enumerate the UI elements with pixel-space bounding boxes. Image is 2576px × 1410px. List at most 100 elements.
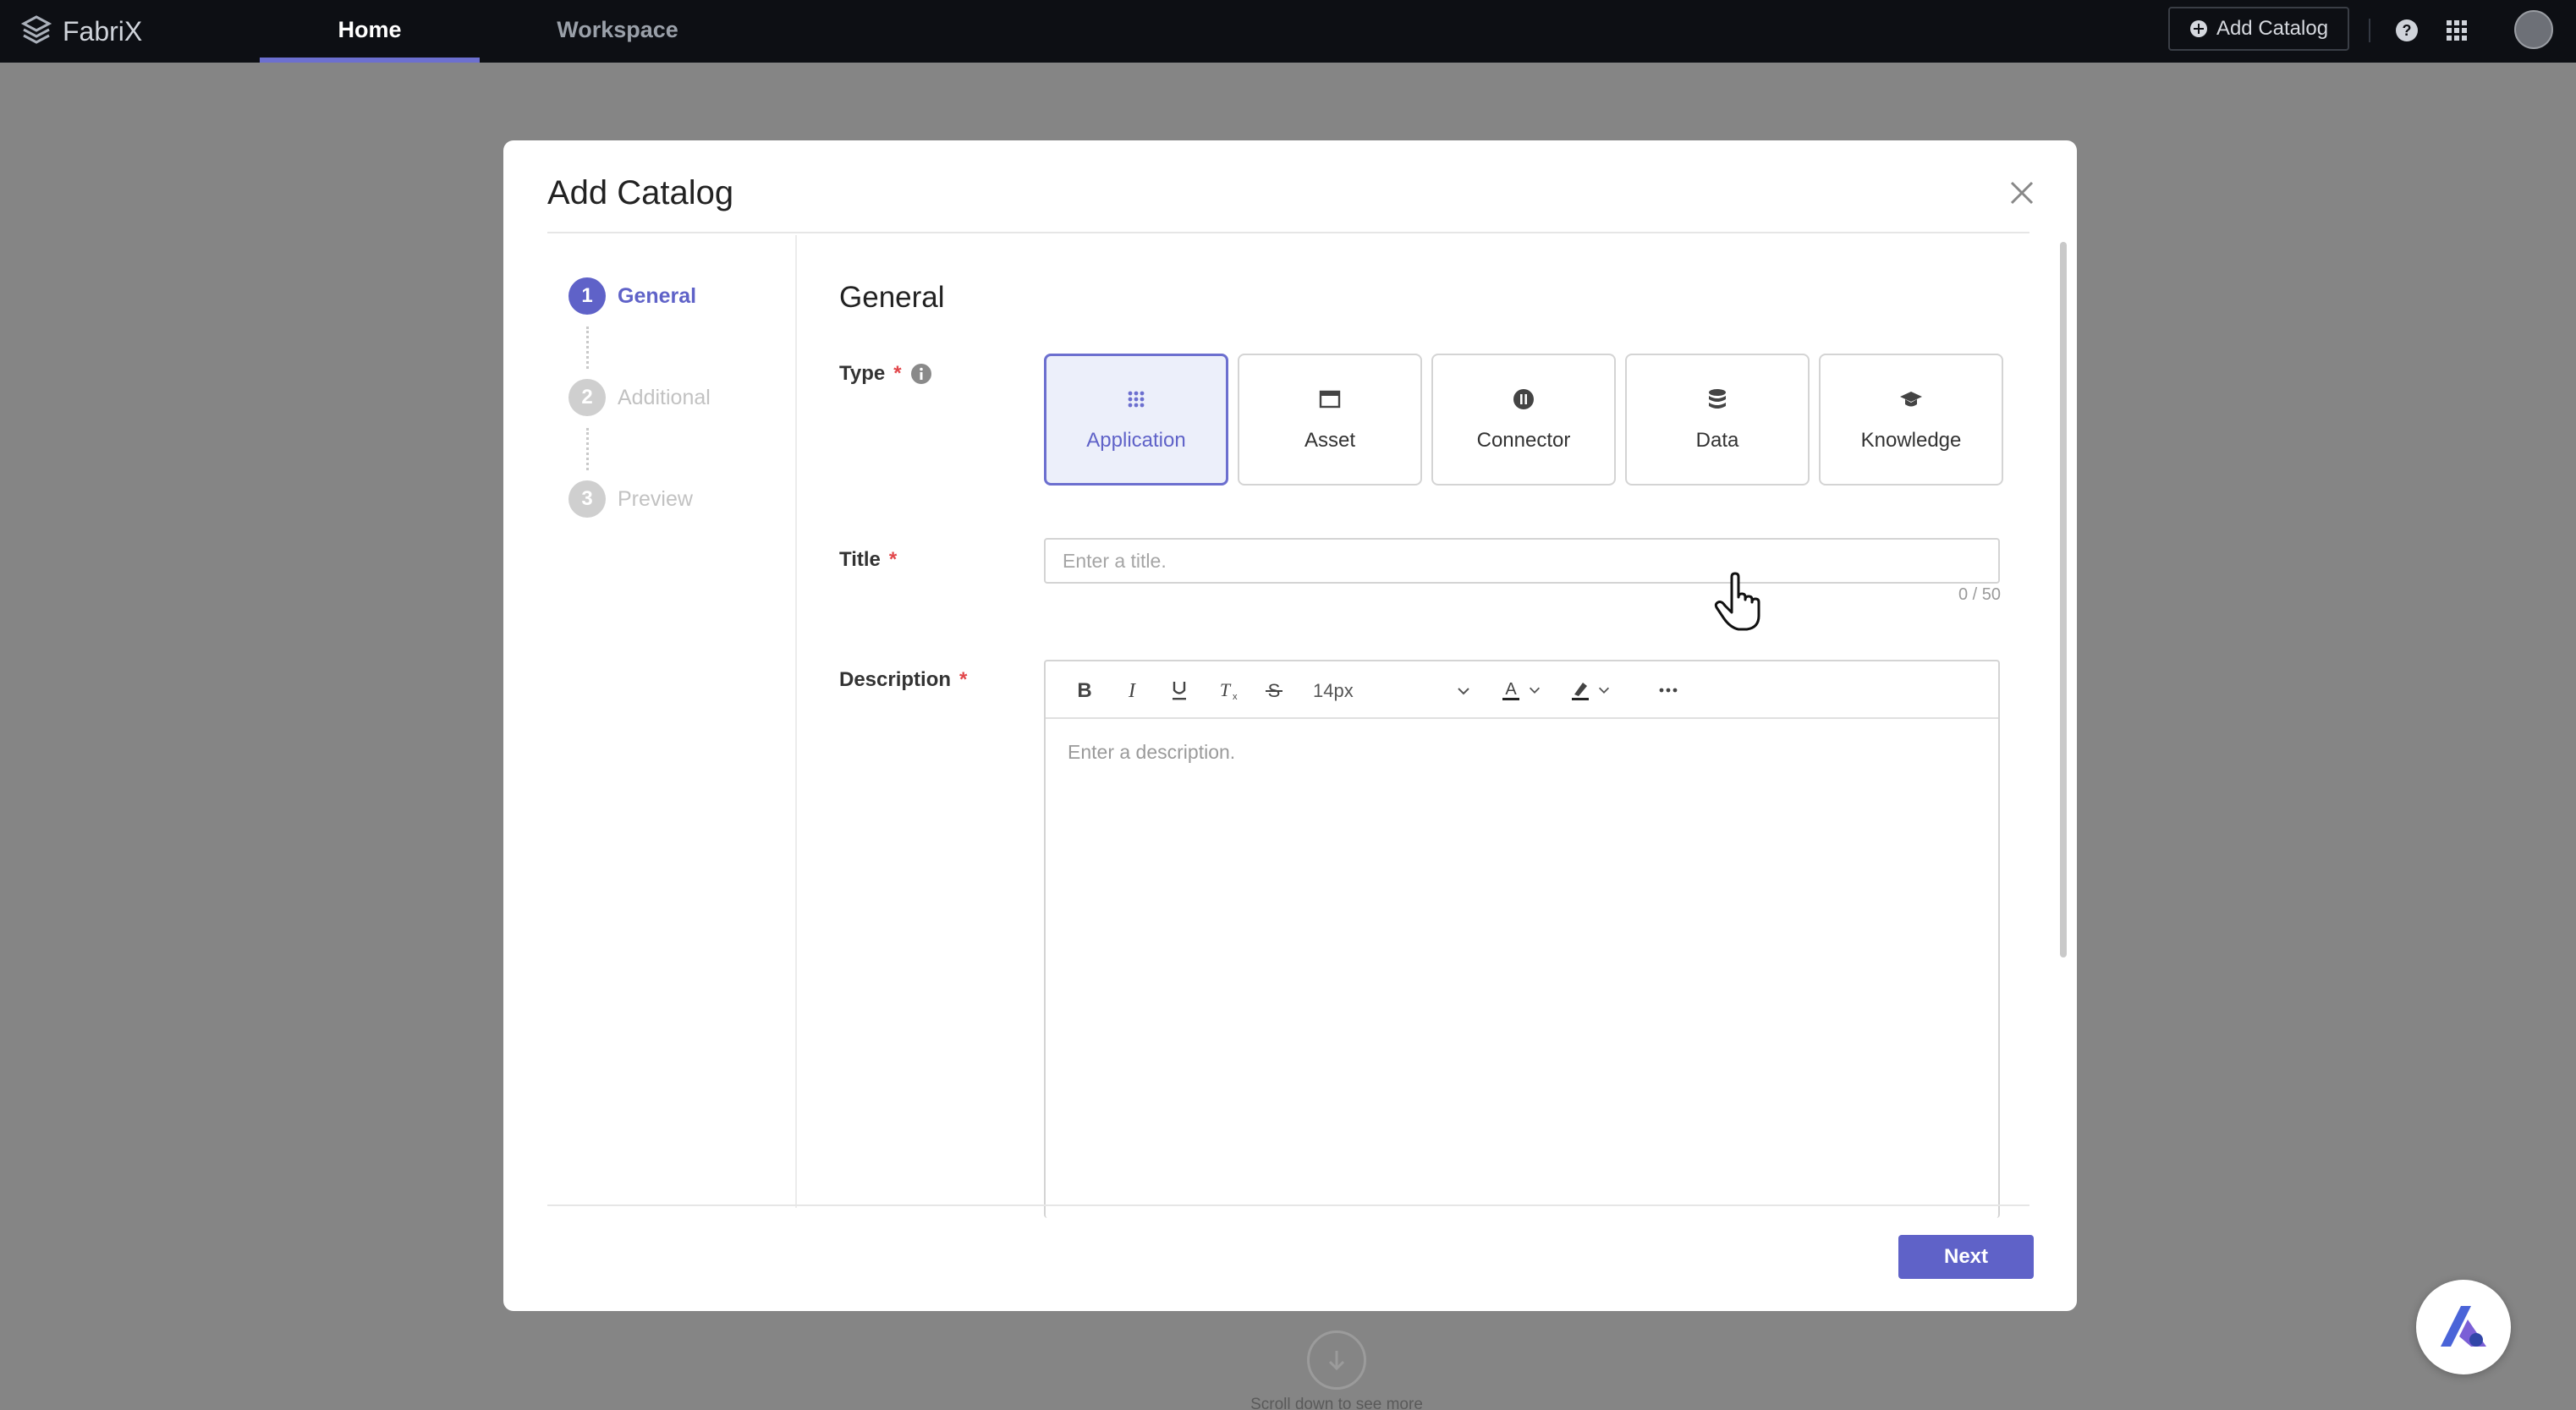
user-avatar[interactable] xyxy=(2514,10,2553,49)
type-option-data[interactable]: Data xyxy=(1625,354,1810,486)
required-asterisk: * xyxy=(888,548,898,571)
info-icon[interactable] xyxy=(910,363,932,385)
close-icon[interactable] xyxy=(2005,176,2039,210)
scroll-down-button[interactable] xyxy=(1307,1330,1366,1390)
strikethrough-button[interactable]: S xyxy=(1257,673,1291,707)
svg-text:I: I xyxy=(1128,680,1136,702)
step-number: 2 xyxy=(568,379,606,416)
font-size-value: 14px xyxy=(1313,680,1354,701)
type-option-label: Data xyxy=(1695,429,1739,452)
bold-icon: B xyxy=(1077,679,1091,702)
more-options-button[interactable] xyxy=(1651,673,1685,707)
title-char-counter: 0 / 50 xyxy=(1958,585,2001,604)
grid-icon xyxy=(1128,391,1145,408)
clear-format-button[interactable]: Tx xyxy=(1210,673,1244,707)
database-icon xyxy=(1709,389,1726,409)
type-label-text: Type xyxy=(839,362,886,385)
assistant-fab[interactable] xyxy=(2416,1280,2511,1374)
step-connector xyxy=(586,326,589,369)
step-additional[interactable]: 2 Additional xyxy=(568,379,711,416)
type-option-asset[interactable]: Asset xyxy=(1238,354,1422,486)
svg-text:x: x xyxy=(1233,692,1238,702)
modal-footer-divider xyxy=(547,1204,2029,1206)
help-button[interactable]: ? xyxy=(2390,14,2424,47)
step-number: 1 xyxy=(568,277,606,315)
highlight-dropdown[interactable] xyxy=(1594,673,1614,707)
type-option-label: Asset xyxy=(1304,429,1356,452)
underline-button[interactable] xyxy=(1162,673,1196,707)
text-color-dropdown[interactable] xyxy=(1524,673,1545,707)
title-label: Title * xyxy=(839,548,897,572)
next-button[interactable]: Next xyxy=(1898,1235,2034,1279)
italic-button[interactable]: I xyxy=(1115,673,1149,707)
underline-icon xyxy=(1173,682,1186,700)
plug-icon xyxy=(1513,389,1534,409)
type-option-label: Application xyxy=(1086,429,1186,452)
required-asterisk: * xyxy=(893,362,902,385)
modal-header-divider xyxy=(547,232,2029,233)
strikethrough-icon: S xyxy=(1266,680,1283,701)
svg-text:T: T xyxy=(1220,679,1232,700)
plus-circle-icon xyxy=(2189,20,2207,37)
text-color-icon: A xyxy=(1502,680,1519,700)
bold-button[interactable]: B xyxy=(1068,673,1101,707)
nav-tab-home[interactable]: Home xyxy=(260,0,480,63)
nav-tab-workspace[interactable]: Workspace xyxy=(508,0,728,63)
svg-text:B: B xyxy=(1077,679,1091,702)
more-horizontal-icon xyxy=(1659,688,1678,693)
app-logo[interactable]: FabriX xyxy=(19,12,142,51)
chevron-down-icon xyxy=(1529,687,1541,694)
svg-text:?: ? xyxy=(2403,22,2412,39)
chevron-down-icon xyxy=(1458,688,1469,695)
title-label-text: Title xyxy=(839,548,881,571)
highlighter-icon xyxy=(1572,683,1589,700)
window-icon xyxy=(1319,390,1341,409)
editor-toolbar: B I Tx S 14px A xyxy=(1046,661,1998,719)
type-option-application[interactable]: Application xyxy=(1044,354,1228,486)
modal-title: Add Catalog xyxy=(547,174,734,211)
step-label: Additional xyxy=(618,385,711,409)
type-label: Type * xyxy=(839,362,932,386)
add-catalog-label: Add Catalog xyxy=(2216,17,2329,40)
description-editor: B I Tx S 14px A Enter a description. xyxy=(1044,660,2000,1218)
font-size-select[interactable]: 14px xyxy=(1308,675,1477,707)
help-icon: ? xyxy=(2396,19,2418,41)
chevron-down-icon xyxy=(1598,687,1610,694)
step-general[interactable]: 1 General xyxy=(568,277,696,315)
step-preview[interactable]: 3 Preview xyxy=(568,480,693,518)
type-option-label: Connector xyxy=(1476,429,1571,452)
scroll-hint-text: Scroll down to see more xyxy=(1250,1396,1423,1410)
type-option-knowledge[interactable]: Knowledge xyxy=(1819,354,2003,486)
section-title: General xyxy=(839,281,945,314)
add-catalog-button[interactable]: Add Catalog xyxy=(2168,7,2349,51)
assistant-logo-icon xyxy=(2441,1306,2486,1347)
title-input[interactable] xyxy=(1044,538,2000,584)
add-catalog-modal: Add Catalog 1 General 2 Additional 3 Pre… xyxy=(503,140,2077,1311)
grid-apps-icon xyxy=(2447,20,2467,41)
topbar-divider xyxy=(2369,19,2370,42)
step-connector xyxy=(586,428,589,470)
italic-icon: I xyxy=(1128,680,1136,702)
svg-text:A: A xyxy=(1505,680,1517,699)
modal-scrollbar[interactable] xyxy=(2060,242,2067,957)
stepper-divider xyxy=(795,235,797,1208)
type-option-label: Knowledge xyxy=(1860,429,1962,452)
step-label: General xyxy=(618,283,697,308)
description-label-text: Description xyxy=(839,668,952,691)
top-navigation-bar: FabriX Home Workspace Add Catalog ? xyxy=(0,0,2576,63)
clear-format-icon: Tx xyxy=(1220,679,1238,702)
description-placeholder[interactable]: Enter a description. xyxy=(1068,741,1235,764)
text-color-button[interactable]: A xyxy=(1494,673,1528,707)
app-launcher-button[interactable] xyxy=(2440,14,2474,47)
step-number: 3 xyxy=(568,480,606,518)
required-asterisk: * xyxy=(959,668,968,691)
step-label: Preview xyxy=(618,486,693,511)
hand-cursor-icon xyxy=(1714,572,1760,631)
arrow-down-icon xyxy=(1328,1351,1345,1371)
description-label: Description * xyxy=(839,668,967,692)
fabrix-logo-icon xyxy=(20,15,52,44)
app-name: FabriX xyxy=(63,15,143,47)
graduation-cap-icon xyxy=(1900,392,1922,407)
highlight-button[interactable] xyxy=(1563,673,1597,707)
type-option-connector[interactable]: Connector xyxy=(1431,354,1616,486)
